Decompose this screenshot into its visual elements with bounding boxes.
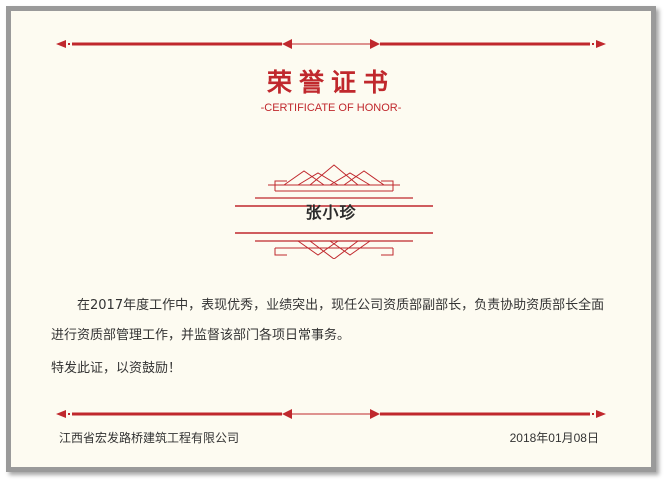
top-ornamental-rule [56,39,606,49]
certificate-title: 荣誉证书 [266,68,395,97]
certificate-paper: 荣誉证书 -CERTIFICATE OF HONOR- 张小珍 在2017年度工… [11,11,651,467]
issuing-organization: 江西省宏发路桥建筑工程有限公司 [59,431,240,445]
issue-date: 2018年01月08日 [509,431,599,445]
recipient-name: 张小珍 [305,203,357,222]
closing-statement: 特发此证，以资鼓励！ [51,361,182,376]
certificate-subtitle: -CERTIFICATE OF HONOR- [260,102,402,114]
certificate-body-text: 在2017年度工作中，表现优秀，业绩突出，现任公司资质部副部长，负责协助资质部长… [51,298,605,343]
bottom-ornamental-rule [56,409,606,419]
